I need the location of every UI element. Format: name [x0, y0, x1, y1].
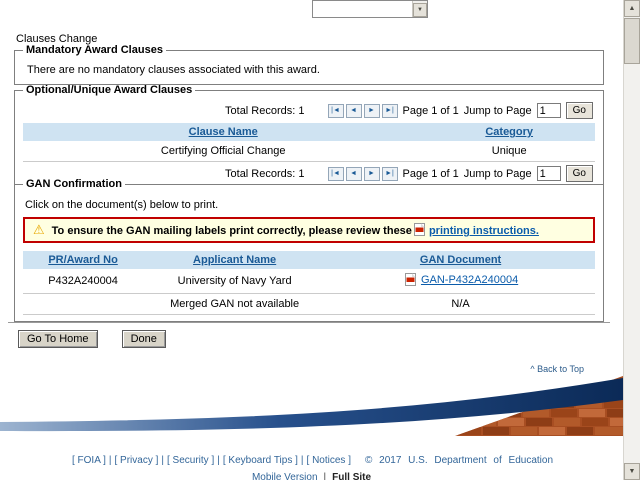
footer-link-privacy[interactable]: [ Privacy ] — [114, 455, 158, 466]
pdf-icon — [404, 273, 416, 286]
clause-name-header[interactable]: Clause Name — [189, 126, 258, 138]
table-header-row: PR/Award No Applicant Name GAN Document — [23, 251, 595, 269]
gan-confirmation-legend: GAN Confirmation — [26, 178, 122, 190]
pr-award-no-header[interactable]: PR/Award No — [48, 254, 117, 266]
warning-text: To ensure the GAN mailing labels print c… — [51, 223, 539, 237]
done-button[interactable]: Done — [121, 330, 166, 348]
gan-document-header[interactable]: GAN Document — [420, 254, 501, 266]
textarea-scrollbar[interactable]: ▼ — [412, 1, 427, 17]
warning-icon: ⚠ — [33, 222, 45, 237]
full-site-label: Full Site — [332, 472, 372, 480]
clause-name-cell: Certifying Official Change — [23, 141, 424, 162]
optional-clauses-legend: Optional/Unique Award Clauses — [26, 84, 193, 96]
previous-page-button[interactable]: ◄ — [345, 103, 362, 118]
footer-link-notices[interactable]: [ Notices ] — [307, 455, 351, 466]
jump-to-page-label: Jump to Page — [463, 104, 532, 117]
pdf-icon — [413, 223, 425, 236]
comment-textarea[interactable]: ▼ — [312, 0, 428, 18]
mobile-version-link[interactable]: Mobile Version — [252, 472, 318, 480]
first-page-button[interactable]: |◄ — [327, 103, 344, 118]
table-header-row: Clause Name Category — [23, 123, 595, 141]
next-page-button[interactable]: ► — [363, 103, 380, 118]
gan-document-cell: GAN-P432A240004 — [326, 269, 595, 294]
content-divider — [8, 322, 610, 323]
total-records-label: Total Records: 1 — [225, 104, 305, 117]
go-to-home-button[interactable]: Go To Home — [18, 330, 98, 348]
table-row: Certifying Official Change Unique — [23, 141, 595, 162]
pagination-top: Total Records: 1 |◄ ◄ ► ►| Page 1 of 1 J… — [23, 99, 595, 122]
pager-buttons: |◄ ◄ ► ►| — [327, 103, 398, 118]
table-row: P432A240004 University of Navy Yard GAN-… — [23, 269, 595, 294]
optional-clauses-table: Clause Name Category Certifying Official… — [23, 123, 595, 162]
printing-instructions-link[interactable]: printing instructions. — [429, 225, 539, 237]
applicant-name-cell: University of Navy Yard — [143, 269, 327, 294]
vertical-scrollbar[interactable]: ▲ ▼ — [623, 0, 640, 480]
footer-link-keyboard-tips[interactable]: [ Keyboard Tips ] — [223, 455, 298, 466]
gan-confirmation-section: GAN Confirmation Click on the document(s… — [14, 178, 604, 322]
category-header[interactable]: Category — [485, 126, 533, 138]
scroll-up-icon[interactable]: ▲ — [624, 0, 640, 17]
warning-banner: ⚠ To ensure the GAN mailing labels print… — [23, 217, 595, 243]
footer-links: [ FOIA ] |[ Privacy ] |[ Security ] |[ Keyb… — [71, 455, 554, 466]
action-buttons: Go To Home Done — [18, 330, 166, 348]
scroll-down-icon[interactable]: ▼ — [624, 463, 640, 480]
mandatory-clauses-section: Mandatory Award Clauses There are no man… — [14, 44, 604, 85]
footer-link-security[interactable]: [ Security ] — [167, 455, 214, 466]
gan-documents-table: PR/Award No Applicant Name GAN Document … — [23, 251, 595, 315]
footer-decoration — [0, 374, 623, 436]
jump-to-page-input[interactable] — [536, 103, 561, 118]
pr-award-no-cell — [23, 293, 144, 315]
footer-link-foia[interactable]: [ FOIA ] — [72, 455, 106, 466]
page-indicator: Page 1 of 1 — [402, 104, 459, 117]
copyright: © 2017 U.S. Department of Education — [364, 455, 554, 466]
back-to-top-link[interactable]: ^ Back to Top — [530, 364, 584, 374]
print-instruction-text: Click on the document(s) below to print. — [25, 199, 219, 211]
gan-document-cell: N/A — [326, 293, 595, 315]
table-row: Merged GAN not available N/A — [23, 293, 595, 315]
applicant-name-header[interactable]: Applicant Name — [193, 254, 276, 266]
go-button[interactable]: Go — [565, 102, 593, 119]
last-page-button[interactable]: ►| — [381, 103, 398, 118]
mandatory-clauses-legend: Mandatory Award Clauses — [26, 44, 163, 56]
scrollbar-thumb[interactable] — [624, 18, 640, 64]
footer-mobile-row: Mobile Version | Full Site — [0, 472, 623, 480]
page: ▼ Clauses Change Mandatory Award Clauses… — [0, 0, 640, 480]
scroll-down-icon[interactable]: ▼ — [413, 3, 427, 17]
pr-award-no-cell: P432A240004 — [23, 269, 144, 294]
optional-clauses-section: Optional/Unique Award Clauses Total Reco… — [14, 84, 604, 192]
swoosh-graphic — [0, 376, 623, 436]
mandatory-empty-message: There are no mandatory clauses associate… — [27, 64, 320, 76]
gan-document-link[interactable]: GAN-P432A240004 — [421, 274, 518, 286]
applicant-name-cell: Merged GAN not available — [143, 293, 327, 315]
category-cell: Unique — [423, 141, 595, 162]
